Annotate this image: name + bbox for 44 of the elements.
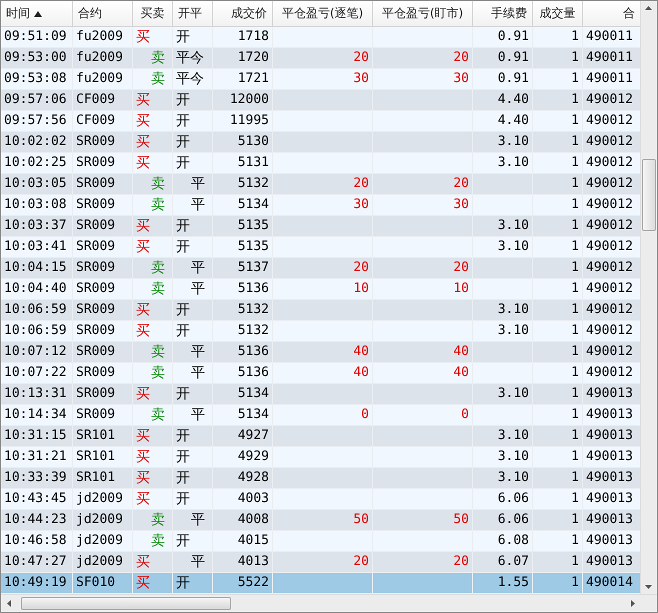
vertical-scrollbar[interactable] [640,1,657,594]
table-row[interactable]: 10:47:27 jd2009 买 平 4013 20 20 6.07 1 490013 [1,552,640,573]
table-row[interactable]: 09:53:00 fu2009 卖 平今 1720 20 20 0.91 1 490011 [1,48,640,69]
table-row[interactable]: 10:46:58 jd2009 卖 开 4015 6.08 1 490013 [1,531,640,552]
column-header[interactable]: 平仓盈亏(盯市) [373,1,473,26]
table-row[interactable]: 10:03:08 SR009 卖 平 5134 30 30 1 490012 [1,195,640,216]
table-row[interactable]: 10:31:15 SR101 买 开 4927 3.10 1 490013 [1,426,640,447]
table-row[interactable]: 10:49:19 SF010 买 开 5522 1.55 1 490014 [1,573,640,594]
scroll-right-icon[interactable] [631,600,635,607]
column-header[interactable]: 成交量 [533,1,583,26]
column-header[interactable]: 买卖 [133,1,173,26]
table-row[interactable]: 09:57:06 CF009 买 开 12000 4.40 1 490012 [1,90,640,111]
table-row[interactable]: 09:53:08 fu2009 卖 平今 1721 30 30 0.91 1 490011 [1,69,640,90]
table-row[interactable]: 10:02:02 SR009 买 开 5130 3.10 1 490012 [1,132,640,153]
table-row[interactable]: 10:02:25 SR009 买 开 5131 3.10 1 490012 [1,153,640,174]
column-header[interactable]: 平仓盈亏(逐笔) [273,1,373,26]
table-row[interactable]: 10:06:59 SR009 买 开 5132 3.10 1 490012 [1,321,640,342]
table-row[interactable]: 10:33:39 SR101 买 开 4928 3.10 1 490013 [1,468,640,489]
column-header[interactable]: 开平 [173,1,213,26]
scroll-up-icon[interactable] [645,6,652,10]
scrollbar-thumb[interactable] [21,597,231,610]
table-row[interactable]: 10:03:37 SR009 买 开 5135 3.10 1 490012 [1,216,640,237]
table-row[interactable]: 10:07:12 SR009 卖 平 5136 40 40 1 490012 [1,342,640,363]
table-row[interactable]: 10:03:05 SR009 卖 平 5132 20 20 1 490012 [1,174,640,195]
table-row[interactable]: 10:04:40 SR009 卖 平 5136 10 10 1 490012 [1,279,640,300]
scroll-down-icon[interactable] [645,585,652,589]
table-row[interactable]: 10:14:34 SR009 卖 平 5134 0 0 1 490013 [1,405,640,426]
table-row[interactable]: 10:43:45 jd2009 买 开 4003 6.06 1 490013 [1,489,640,510]
table-row[interactable]: 10:13:31 SR009 买 开 5134 3.10 1 490013 [1,384,640,405]
table-row[interactable]: 10:03:41 SR009 买 开 5135 3.10 1 490012 [1,237,640,258]
column-header[interactable]: 成交价 [213,1,273,26]
table-row[interactable]: 10:04:15 SR009 卖 平 5137 20 20 1 490012 [1,258,640,279]
scroll-left-icon[interactable] [7,600,11,607]
table-row[interactable]: 10:06:59 SR009 买 开 5132 3.10 1 490012 [1,300,640,321]
column-header[interactable]: 手续费 [473,1,533,26]
table-row[interactable]: 09:57:56 CF009 买 开 11995 4.40 1 490012 [1,111,640,132]
column-header[interactable]: 时间 [1,1,73,26]
horizontal-scrollbar[interactable] [1,594,657,612]
table-row[interactable]: 09:51:09 fu2009 买 开 1718 0.91 1 490011 [1,27,640,48]
column-header[interactable]: 合约 [73,1,133,26]
scrollbar-thumb[interactable] [642,159,656,231]
table-row[interactable]: 10:31:21 SR101 买 开 4929 3.10 1 490013 [1,447,640,468]
table-row[interactable]: 10:44:23 jd2009 卖 平 4008 50 50 6.06 1 490013 [1,510,640,531]
table-row[interactable]: 10:07:22 SR009 卖 平 5136 40 40 1 490012 [1,363,640,384]
